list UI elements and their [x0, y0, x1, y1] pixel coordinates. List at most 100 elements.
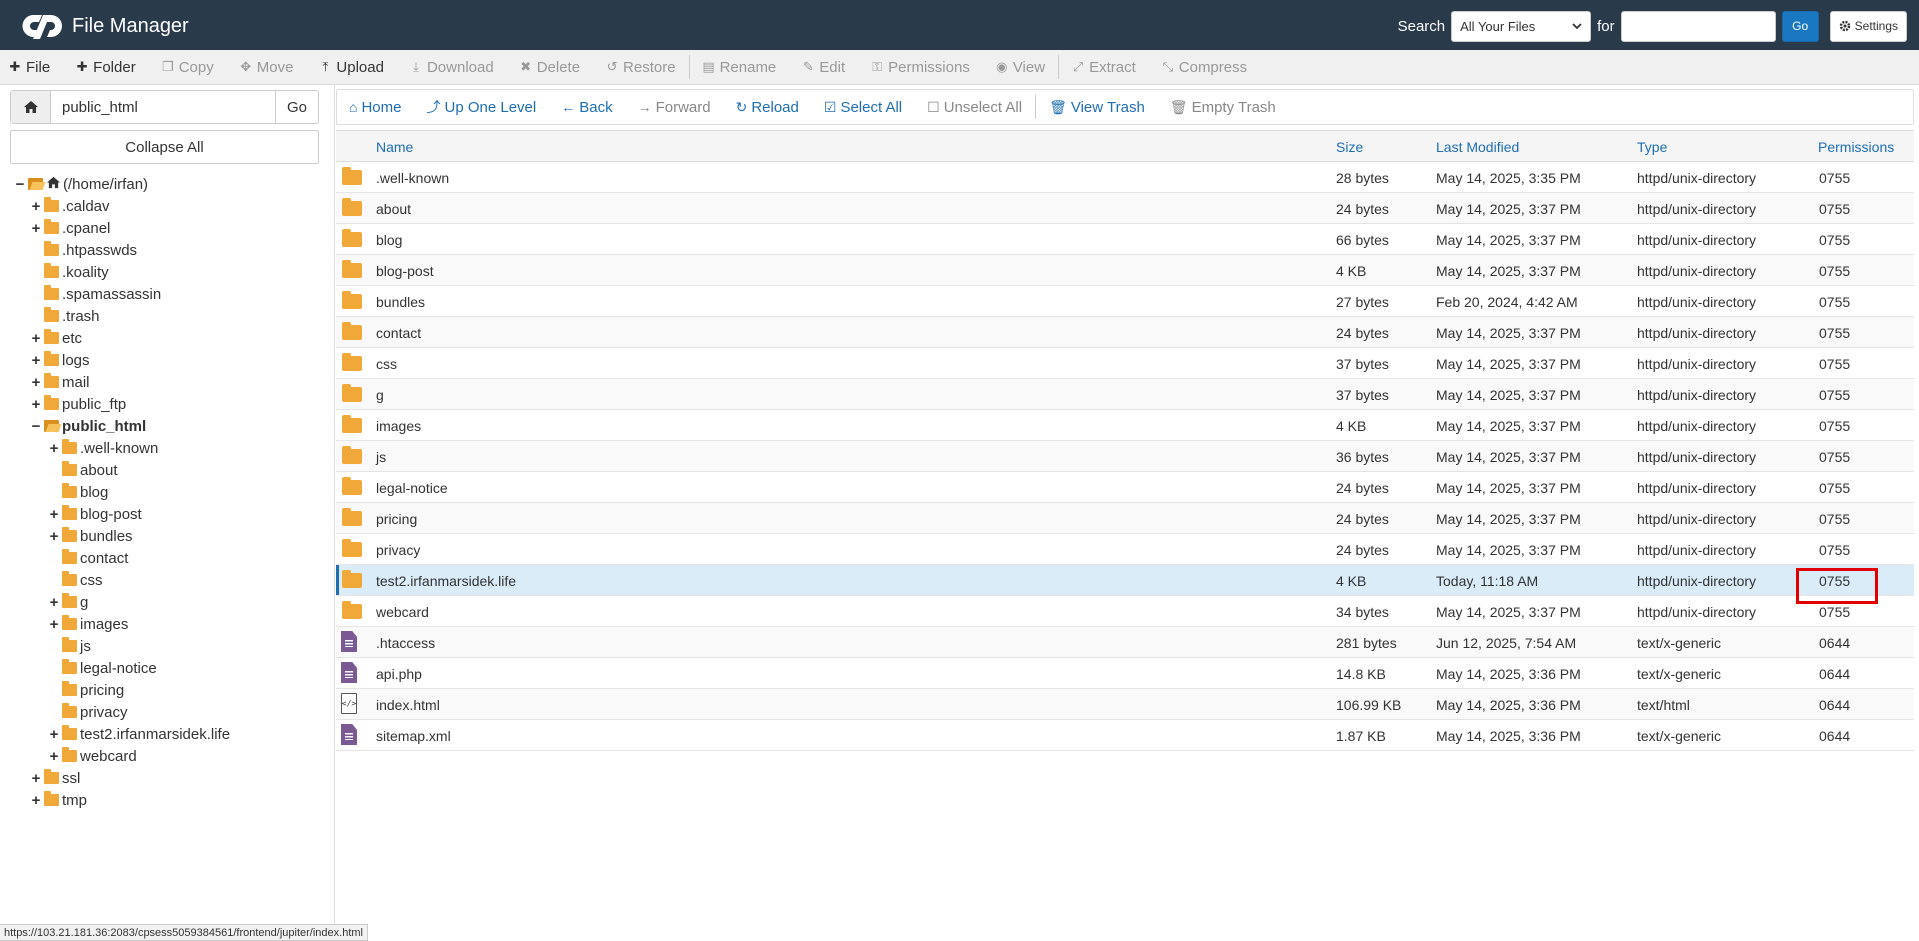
brand[interactable]: File Manager [20, 10, 189, 42]
table-row[interactable]: blog 66 bytes May 14, 2025, 3:37 PM httpd/u… [336, 224, 1914, 255]
table-row[interactable]: pricing 24 bytes May 14, 2025, 3:37 PM http… [336, 503, 1914, 534]
table-row[interactable]: bundles 27 bytes Feb 20, 2024, 4:42 AM http… [336, 286, 1914, 317]
table-row[interactable]: css 37 bytes May 14, 2025, 3:37 PM httpd/un… [336, 348, 1914, 379]
expand-icon[interactable]: + [48, 440, 60, 457]
cell-name[interactable]: blog-post [376, 263, 434, 279]
table-row[interactable]: api.php 14.8 KB May 14, 2025, 3:36 PM text/… [336, 658, 1914, 689]
tree-item-public-ftp[interactable]: + public_ftp [30, 393, 126, 415]
nav-unselect-all-button[interactable]: ☐ Unselect All [927, 99, 1022, 116]
tree-item-legal-notice[interactable]: legal-notice [48, 657, 157, 679]
cell-name[interactable]: privacy [376, 542, 420, 558]
nav-home-button[interactable]: ⌂ Home [349, 99, 401, 116]
search-go-button[interactable]: Go [1781, 10, 1819, 42]
tree-item-ssl[interactable]: + ssl [30, 767, 80, 789]
tree-item-tmp[interactable]: + tmp [30, 789, 87, 811]
expand-icon[interactable]: + [30, 352, 42, 369]
tree-item-pricing[interactable]: pricing [48, 679, 124, 701]
cell-name[interactable]: images [376, 418, 421, 434]
path-home-button[interactable] [11, 91, 51, 123]
toolbar-view-button[interactable]: ◉ View [995, 59, 1045, 76]
tree-item-blog-post[interactable]: + blog-post [48, 503, 142, 525]
tree-item-images[interactable]: + images [48, 613, 128, 635]
cell-name[interactable]: bundles [376, 294, 425, 310]
cell-name[interactable]: api.php [376, 666, 422, 682]
tree-item-htpasswds[interactable]: .htpasswds [30, 239, 137, 261]
tree-item-mail[interactable]: + mail [30, 371, 90, 393]
cell-name[interactable]: contact [376, 325, 421, 341]
settings-button[interactable]: Settings [1829, 10, 1907, 42]
toolbar-folder-button[interactable]: ✚ Folder [75, 59, 136, 76]
table-row[interactable]: g 37 bytes May 14, 2025, 3:37 PM httpd/unix… [336, 379, 1914, 410]
cell-name[interactable]: webcard [376, 604, 429, 620]
toolbar-extract-button[interactable]: ⤢ Extract [1071, 59, 1136, 76]
search-scope-select[interactable]: All Your Files [1451, 10, 1592, 42]
toolbar-delete-button[interactable]: ✖ Delete [519, 59, 580, 76]
expand-icon[interactable]: + [30, 220, 42, 237]
column-header-size[interactable]: Size [1336, 139, 1363, 155]
expand-icon[interactable]: + [30, 770, 42, 787]
expand-icon[interactable]: + [48, 616, 60, 633]
tree-item-g[interactable]: + g [48, 591, 88, 613]
path-input[interactable]: public_html [51, 91, 275, 123]
cell-name[interactable]: sitemap.xml [376, 728, 451, 744]
toolbar-rename-button[interactable]: ▤ Rename [702, 59, 776, 76]
table-row[interactable]: webcard 34 bytes May 14, 2025, 3:37 PM http… [336, 596, 1914, 627]
toolbar-compress-button[interactable]: ⤡ Compress [1161, 59, 1248, 76]
tree-item-privacy[interactable]: privacy [48, 701, 128, 723]
tree-item-home-irfan[interactable]: − (/home/irfan) [14, 173, 148, 195]
table-row[interactable]: test2.irfanmarsidek.life 4 KB Today, 11:18… [336, 565, 1914, 596]
toolbar-move-button[interactable]: ✥ Move [239, 59, 293, 76]
cell-name[interactable]: test2.irfanmarsidek.life [376, 573, 516, 589]
expand-icon[interactable]: + [30, 396, 42, 413]
collapse-icon[interactable]: − [30, 418, 42, 435]
expand-icon[interactable]: + [48, 726, 60, 743]
tree-item-koality[interactable]: .koality [30, 261, 109, 283]
expand-icon[interactable]: + [48, 748, 60, 765]
expand-icon[interactable]: + [48, 594, 60, 611]
toolbar-upload-button[interactable]: ⤒ Upload [318, 59, 384, 76]
nav-up-one-level-button[interactable]: ⤴ Up One Level [426, 97, 536, 117]
collapse-icon[interactable]: − [14, 176, 26, 193]
tree-item-etc[interactable]: + etc [30, 327, 82, 349]
search-input[interactable] [1620, 10, 1776, 42]
table-row[interactable]: legal-notice 24 bytes May 14, 2025, 3:37 P… [336, 472, 1914, 503]
column-header-last-modified[interactable]: Last Modified [1436, 139, 1519, 155]
cell-name[interactable]: legal-notice [376, 480, 448, 496]
cell-name[interactable]: .well-known [376, 170, 449, 186]
cell-name[interactable]: js [376, 449, 386, 465]
cell-name[interactable]: g [376, 387, 384, 403]
tree-item-contact[interactable]: contact [48, 547, 128, 569]
expand-icon[interactable]: + [48, 528, 60, 545]
nav-select-all-button[interactable]: ☑ Select All [824, 99, 902, 116]
path-go-button[interactable]: Go [275, 91, 318, 123]
tree-item-well-known[interactable]: + .well-known [48, 437, 158, 459]
tree-item-css[interactable]: css [48, 569, 103, 591]
cell-name[interactable]: index.html [376, 697, 440, 713]
tree-item-public-html[interactable]: − public_html [30, 415, 147, 437]
tree-item-cpanel[interactable]: + .cpanel [30, 217, 110, 239]
tree-item-blog[interactable]: blog [48, 481, 108, 503]
tree-item-about[interactable]: about [48, 459, 118, 481]
cell-name[interactable]: about [376, 201, 411, 217]
table-row[interactable]: .htaccess 281 bytes Jun 12, 2025, 7:54 AM t… [336, 627, 1914, 658]
table-row[interactable]: about 24 bytes May 14, 2025, 3:37 PM httpd/… [336, 193, 1914, 224]
cell-name[interactable]: css [376, 356, 397, 372]
expand-icon[interactable]: + [30, 374, 42, 391]
toolbar-file-button[interactable]: ✚ File [8, 59, 51, 76]
nav-reload-button[interactable]: ↻ Reload [736, 99, 799, 116]
tree-item-logs[interactable]: + logs [30, 349, 90, 371]
expand-icon[interactable]: + [30, 792, 42, 809]
toolbar-edit-button[interactable]: ✎ Edit [801, 59, 845, 76]
toolbar-permissions-button[interactable]: ⚿ Permissions [870, 59, 970, 76]
tree-item-webcard[interactable]: + webcard [48, 745, 137, 767]
nav-back-button[interactable]: ← Back [561, 99, 612, 116]
table-row[interactable]: js 36 bytes May 14, 2025, 3:37 PM httpd/uni… [336, 441, 1914, 472]
cell-name[interactable]: .htaccess [376, 635, 435, 651]
table-row[interactable]: .well-known 28 bytes May 14, 2025, 3:35 PM… [336, 162, 1914, 193]
nav-forward-button[interactable]: → Forward [638, 99, 711, 116]
table-row[interactable]: blog-post 4 KB May 14, 2025, 3:37 PM httpd/… [336, 255, 1914, 286]
table-row[interactable]: privacy 24 bytes May 14, 2025, 3:37 PM http… [336, 534, 1914, 565]
tree-item-js[interactable]: js [48, 635, 91, 657]
toolbar-copy-button[interactable]: ❐ Copy [161, 59, 214, 76]
column-header-permissions[interactable]: Permissions [1818, 139, 1894, 155]
